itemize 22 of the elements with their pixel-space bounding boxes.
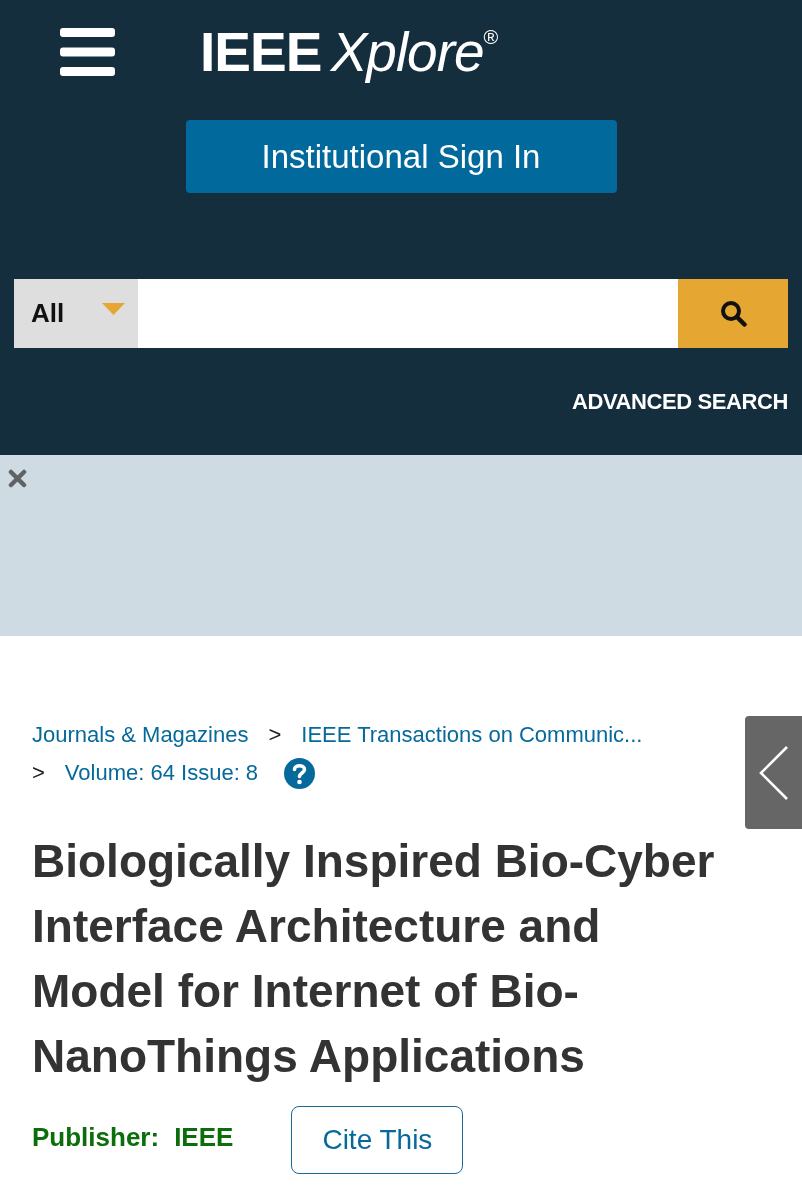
cite-button[interactable]: Cite This: [291, 1106, 464, 1174]
chevron-left-icon: [758, 744, 789, 801]
breadcrumb-link[interactable]: Volume: 64 Issue: 8: [64, 754, 259, 792]
publisher-label: Publisher:: [32, 1121, 160, 1153]
search-icon: [719, 300, 747, 327]
article-title: Biologically Inspired Bio-Cyber Interface Architecture and Model for Internet of Bio-NanoThings Applications: [32, 834, 716, 1084]
publisher-name: IEEE: [174, 1121, 234, 1153]
sign-in-button[interactable]: Institutional Sign In: [185, 120, 617, 193]
breadcrumb-link[interactable]: IEEE Transactions on Communic...: [301, 716, 643, 754]
search-button[interactable]: [678, 279, 788, 348]
menu-icon[interactable]: [60, 28, 115, 76]
side-panel-toggle[interactable]: [745, 716, 802, 829]
logo[interactable]: IEEE Xplore$^{®}$: [200, 22, 499, 82]
scope-dropdown[interactable]: All: [14, 279, 138, 348]
caret-icon: [102, 302, 125, 315]
close-icon[interactable]: [8, 469, 27, 488]
breadcrumb-separator: >: [32, 759, 45, 787]
search-field[interactable]: [138, 279, 678, 348]
breadcrumb-link[interactable]: Journals & Magazines: [32, 716, 249, 754]
breadcrumb-separator: >: [268, 721, 282, 749]
help-icon[interactable]: [284, 757, 316, 789]
advanced-search-link[interactable]: ADVANCED SEARCH: [571, 388, 788, 416]
